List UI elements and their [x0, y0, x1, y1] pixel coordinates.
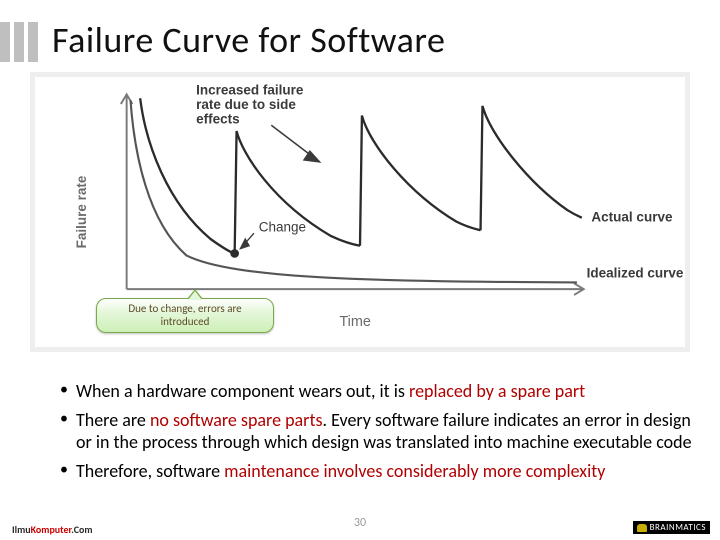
x-axis-label: Time — [339, 314, 371, 330]
footer: IlmuKomputer.Com 30 BRAINMATICS — [0, 516, 720, 536]
footer-right-logo: BRAINMATICS — [633, 521, 710, 534]
actual-curve-seg4 — [481, 106, 582, 230]
highlight-text: maintenance involves considerably more c… — [224, 460, 605, 482]
title-decoration — [0, 22, 38, 62]
bullet-list: When a hardware component wears out, it … — [20, 380, 700, 488]
highlight-text: replaced by a spare part — [409, 380, 585, 402]
arrow-increased-failure — [271, 125, 319, 162]
bullet-item: There are no software spare parts. Every… — [60, 409, 700, 454]
label-actual: Actual curve — [591, 210, 673, 225]
y-axis-label: Failure rate — [74, 175, 89, 248]
label-idealized: Idealized curve — [587, 266, 684, 281]
bullet-item: Therefore, software maintenance involves… — [60, 460, 700, 483]
label-change: Change — [259, 219, 306, 234]
slide-title: Failure Curve for Software — [52, 18, 445, 62]
page-number: 30 — [0, 516, 720, 530]
idealized-curve — [131, 100, 577, 282]
bullet-item: When a hardware component wears out, it … — [60, 380, 700, 403]
actual-curve-seg3 — [360, 116, 481, 246]
callout-change-errors: Due to change, errors are introduced — [96, 298, 274, 333]
highlight-text: no software spare parts — [150, 409, 323, 431]
actual-curve-seg2 — [235, 131, 360, 253]
brain-icon — [637, 524, 647, 532]
annotation-increased: Increased failure rate due to side effec… — [196, 82, 307, 126]
